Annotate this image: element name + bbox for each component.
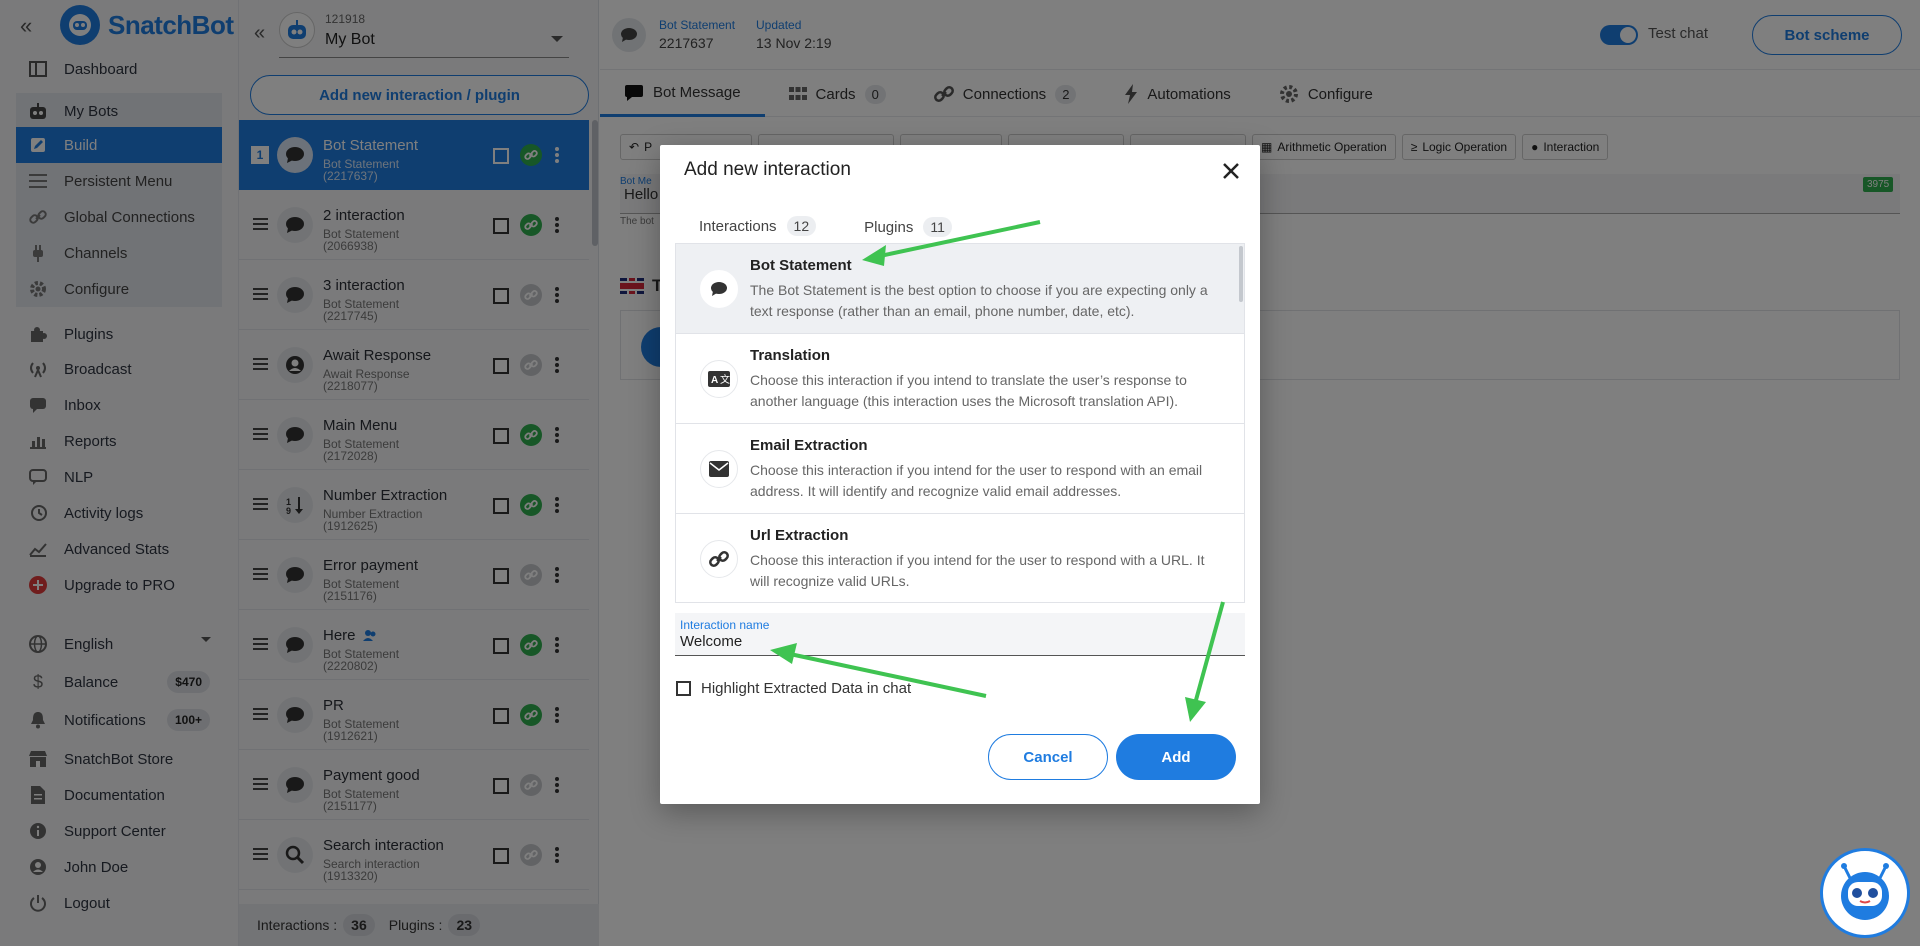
- arrow-to-interaction-name: [770, 643, 987, 698]
- annotation-arrows: [770, 220, 1225, 722]
- arrow-to-add-button: [1185, 601, 1225, 722]
- arrow-to-bot-statement: [862, 220, 1041, 266]
